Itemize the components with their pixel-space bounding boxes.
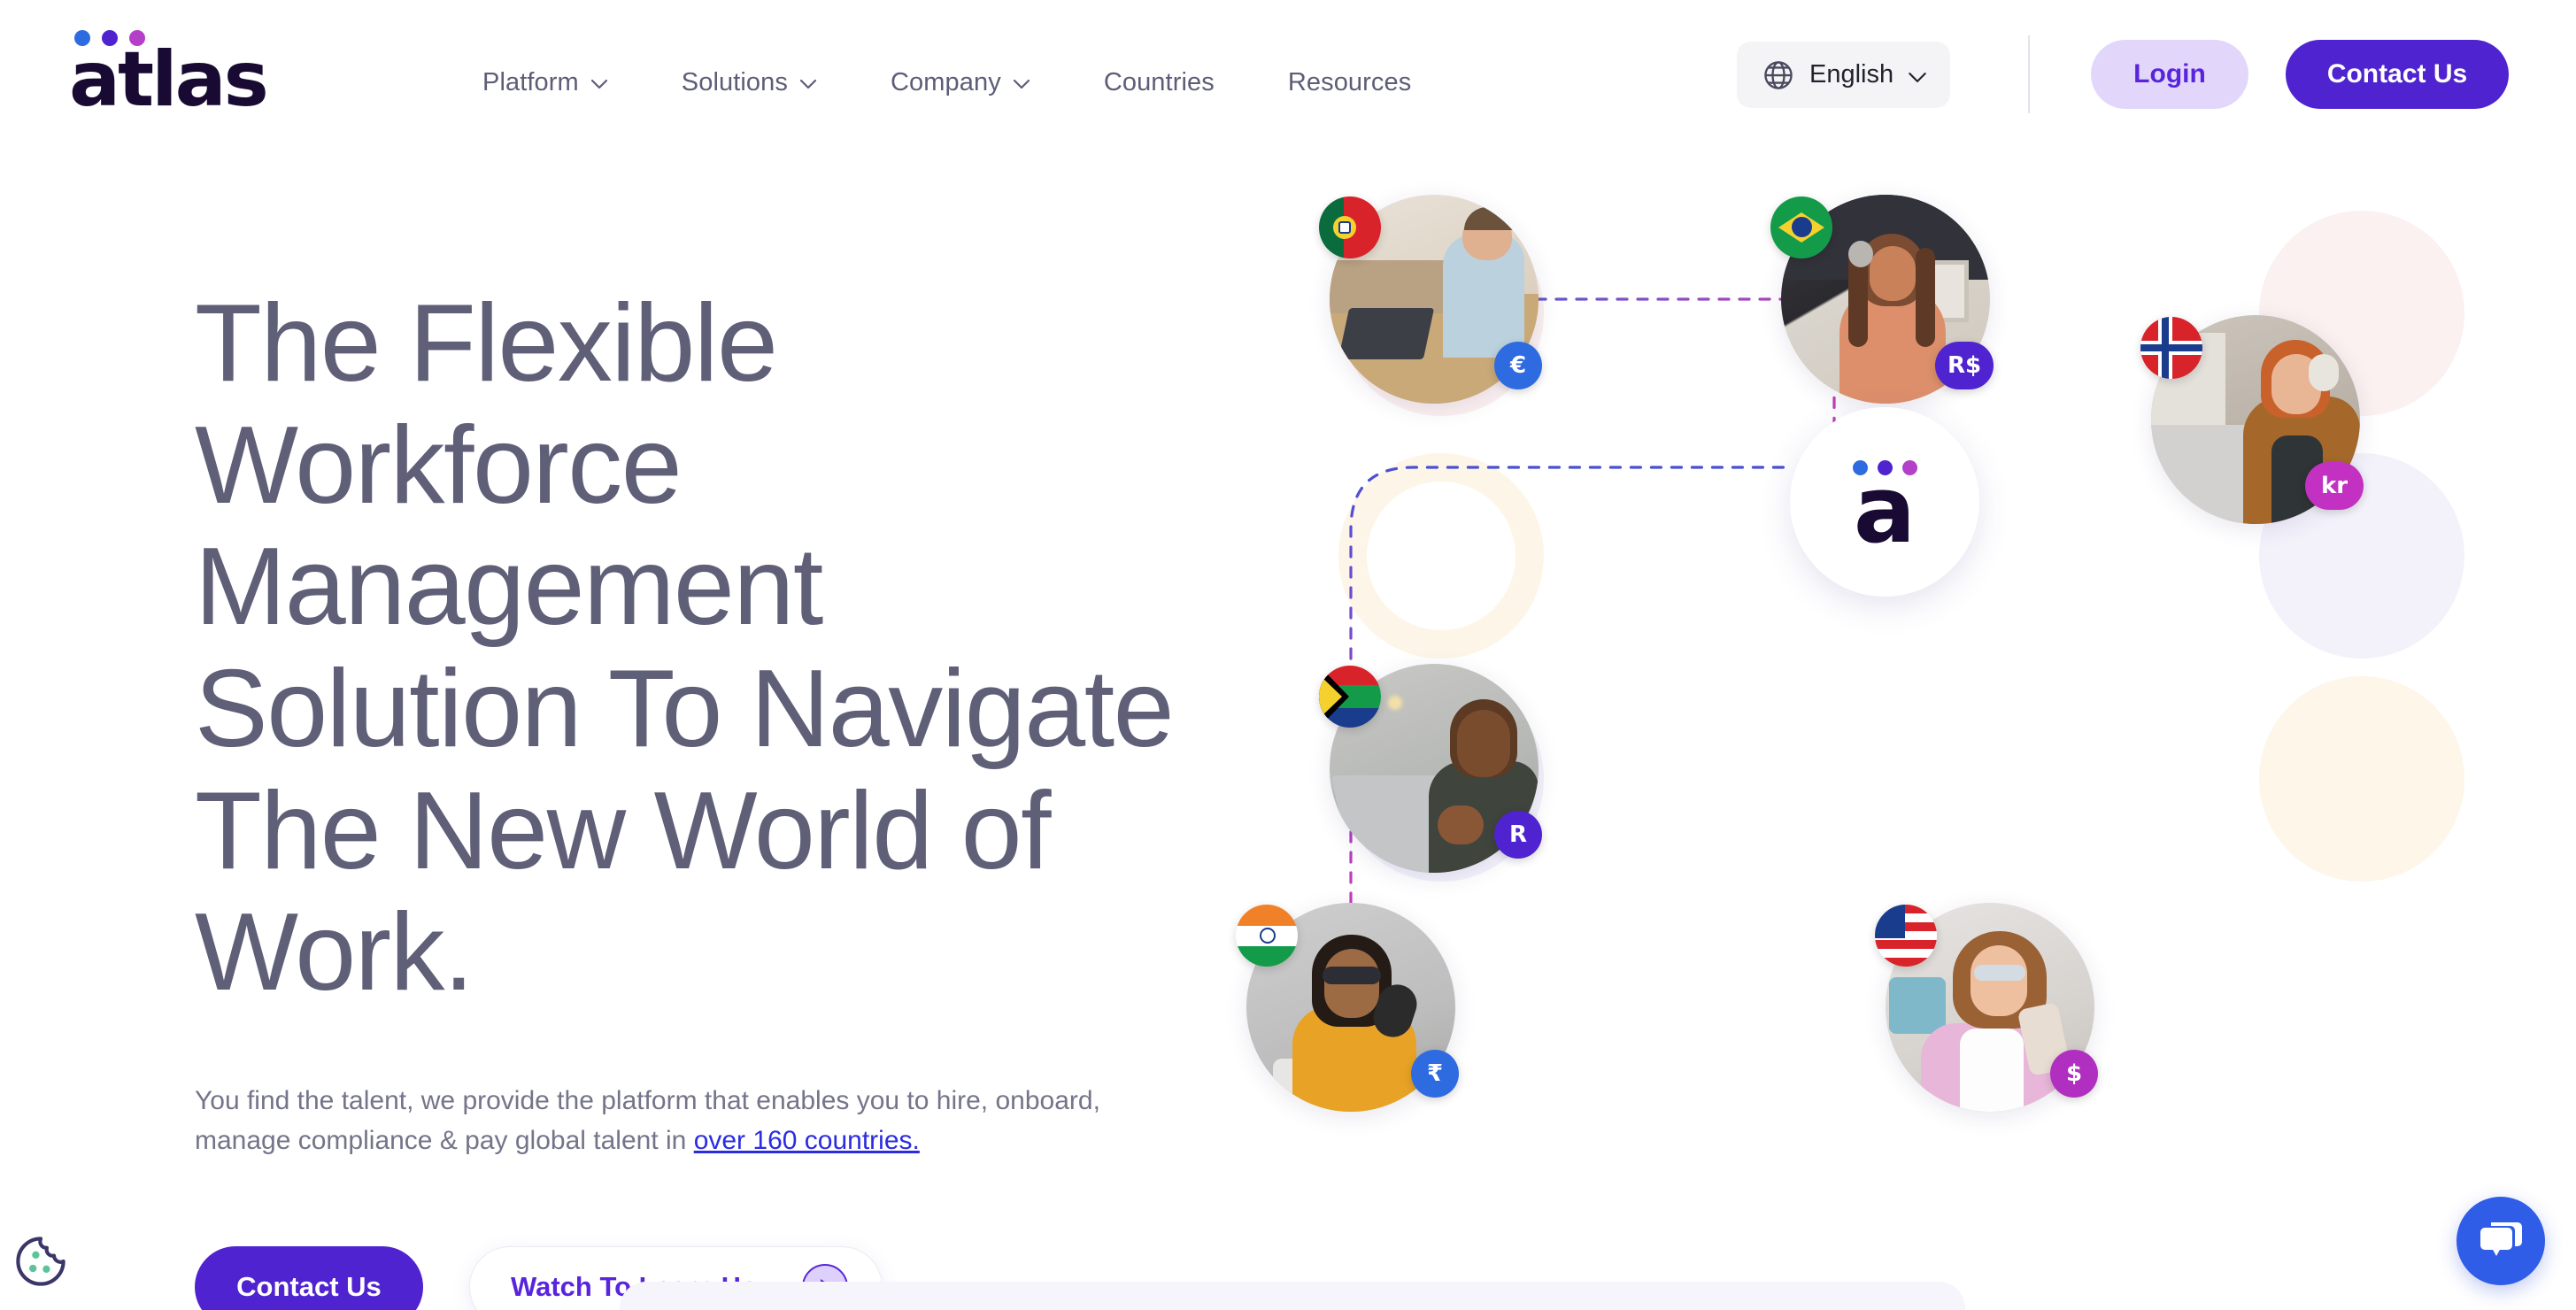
chevron-down-icon [799,79,817,89]
main-nav: Platform Solutions Company Countries Res… [482,0,1411,165]
header-contact-us-button[interactable]: Contact Us [2286,40,2509,109]
chevron-down-icon [1013,79,1030,89]
login-button[interactable]: Login [2091,40,2248,109]
norway-flag-icon [2140,317,2202,379]
atlas-hub-node[interactable]: a [1790,407,1979,597]
landing-page: atlas Platform Solutions Company Countri… [0,0,2576,1310]
node-south-africa[interactable]: R [1319,664,1542,873]
nav-item-resources[interactable]: Resources [1288,59,1412,106]
headline-line-5: The New World of [195,769,1052,892]
nav-label-solutions: Solutions [681,67,788,96]
countries-link[interactable]: over 160 countries. [694,1126,920,1155]
logo-wordmark: atlas [69,35,269,124]
chevron-down-icon [590,79,608,89]
brazil-currency-badge: R$ [1935,342,1994,389]
hub-logo-letter: a [1853,456,1917,565]
nav-item-platform[interactable]: Platform [482,59,608,106]
hero-copy: The Flexible Workforce Management Soluti… [195,282,1301,1310]
chat-bubble-icon[interactable] [2456,1197,2545,1285]
subcopy-text: You find the talent, we provide the plat… [195,1085,1100,1156]
headline-line-6: Work. [195,891,474,1014]
headline-line-3: Management [195,526,823,649]
nav-label-platform: Platform [482,67,579,96]
node-norway[interactable]: kr [2140,315,2364,524]
south-africa-flag-icon [1319,666,1381,728]
headline-line-2: Workforce [195,404,683,527]
page-title: The Flexible Workforce Management Soluti… [195,282,1301,1014]
language-selector[interactable]: English [1737,42,1951,108]
globe-icon [1762,58,1795,92]
global-network-illustration: € R$ kr R ₹ $ a [1236,186,2523,1160]
headline-line-4: Solution To Navigate [195,647,1175,770]
atlas-logo[interactable]: atlas [69,30,304,127]
chevron-down-icon [1908,72,1926,82]
norway-currency-badge: kr [2305,462,2364,510]
india-currency-badge: ₹ [1411,1050,1459,1098]
node-india[interactable]: ₹ [1236,903,1459,1112]
node-brazil[interactable]: R$ [1770,195,1994,404]
hero-contact-us-button[interactable]: Contact Us [195,1245,423,1310]
nav-label-company: Company [890,67,1001,96]
india-flag-icon [1236,905,1298,967]
usa-flag-icon [1875,905,1937,967]
usa-currency-badge: $ [2050,1050,2098,1098]
node-usa[interactable]: $ [1875,903,2098,1112]
portugal-currency-badge: € [1494,342,1542,389]
site-header: atlas Platform Solutions Company Countri… [0,0,2576,165]
south-africa-currency-badge: R [1494,811,1542,859]
hero-subcopy: You find the talent, we provide the plat… [195,1081,1199,1161]
language-value: English [1809,60,1894,89]
headline-line-1: The Flexible [195,282,778,405]
node-portugal[interactable]: € [1319,195,1542,404]
nav-label-countries: Countries [1103,67,1215,96]
nav-item-countries[interactable]: Countries [1104,59,1215,106]
brazil-flag-icon [1770,196,1832,258]
portugal-flag-icon [1319,196,1381,258]
cookie-consent-icon[interactable] [12,1233,69,1290]
next-section-fold [620,1282,1965,1310]
nav-item-solutions[interactable]: Solutions [682,59,817,106]
header-divider [2028,35,2030,113]
nav-label-resources: Resources [1287,67,1412,96]
nav-item-company[interactable]: Company [891,59,1030,106]
